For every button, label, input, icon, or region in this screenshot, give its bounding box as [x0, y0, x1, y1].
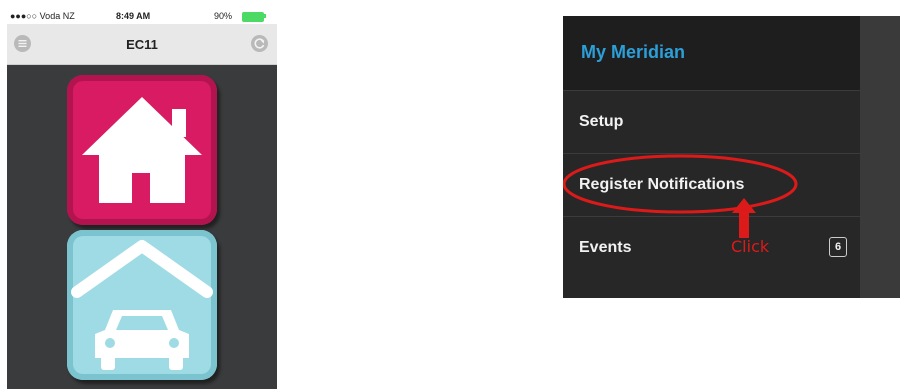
page-title: EC11 [126, 37, 158, 52]
refresh-icon[interactable] [251, 35, 268, 52]
battery-icon [242, 12, 264, 22]
home-tile-button[interactable] [67, 75, 217, 225]
annotation-arrow-icon [732, 198, 756, 238]
clock-time: 8:49 AM [116, 11, 151, 21]
phone-screenshot: ●●●○○ Voda NZ 8:49 AM 90% EC11 [7, 8, 277, 389]
click-annotation-label: Click [731, 237, 770, 256]
navigation-bar: EC11 [7, 24, 277, 65]
garage-car-icon [71, 240, 213, 370]
menu-screenshot: My Meridian Setup Register Notifications… [563, 16, 900, 298]
battery-tip [264, 14, 266, 18]
garage-tile-button[interactable] [67, 230, 217, 380]
status-bar: ●●●○○ Voda NZ 8:49 AM 90% [7, 8, 277, 24]
battery-percent: 90% [214, 11, 233, 21]
house-icon [82, 97, 202, 203]
carrier-label: ●●●○○ Voda NZ [10, 11, 75, 21]
highlight-ellipse [563, 154, 798, 214]
